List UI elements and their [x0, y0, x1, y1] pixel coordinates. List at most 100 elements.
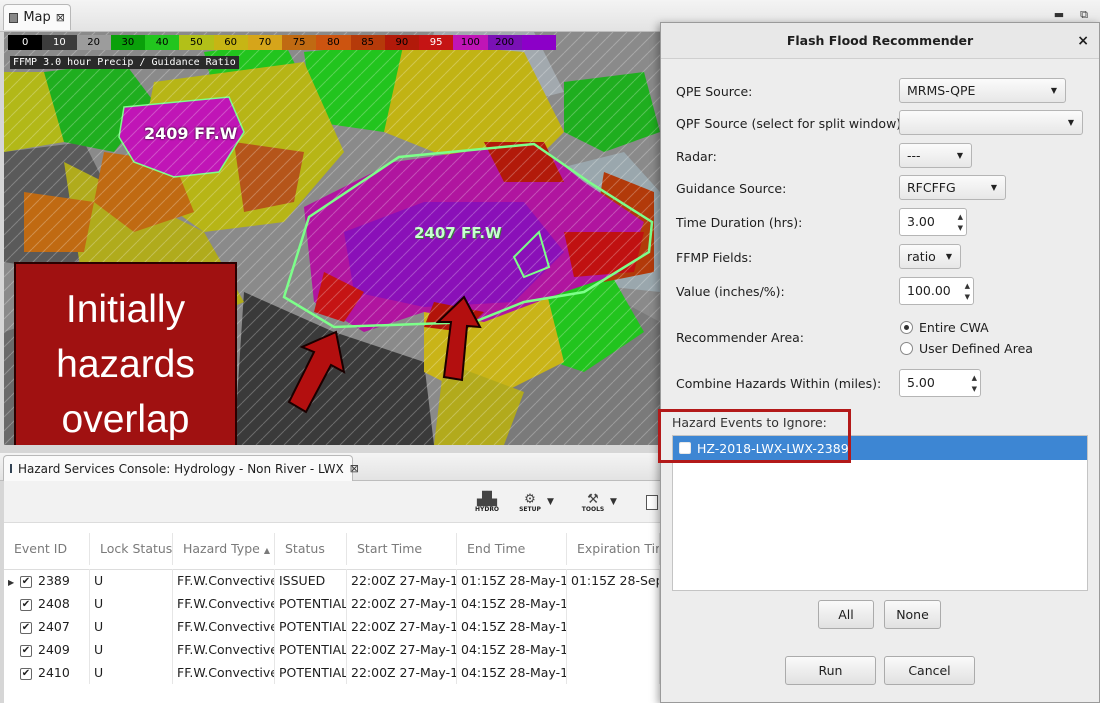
cell-end: 04:15Z 28-May-18	[457, 592, 567, 615]
qpf-source-label: QPF Source (select for split window):	[676, 116, 906, 131]
table-row[interactable]: ▶ ✔ 2389 U FF.W.Convective ISSUED 22:00Z 27-Ma…	[4, 569, 660, 592]
tools-icon: ⚒ TOOLS	[581, 492, 605, 513]
cell-start: 22:00Z 27-May-18	[347, 615, 457, 638]
col-status[interactable]: Status	[275, 533, 347, 565]
spin-up-icon[interactable]: ▲	[965, 282, 970, 290]
radio-user-defined-area-label: User Defined Area	[919, 341, 1033, 356]
colorbar-cell: 200	[487, 35, 522, 50]
ffmp-fields-value: ratio	[907, 249, 936, 264]
radio-user-defined-area[interactable]: User Defined Area	[900, 341, 1033, 356]
colorbar-cell: 85	[350, 35, 385, 50]
cell-end: 04:15Z 28-May-18	[457, 661, 567, 684]
cell-exp	[567, 638, 660, 661]
chevron-down-icon: ▼	[990, 183, 997, 192]
cancel-button[interactable]: Cancel	[884, 656, 975, 685]
console-tabbar: Hazard Services Console: Hydrology - Non…	[0, 453, 660, 481]
colorbar-cell: 60	[213, 35, 248, 50]
cell-event-id: ✔ 2409	[4, 638, 90, 661]
checkbox[interactable]: ✔	[20, 644, 32, 657]
radar-select[interactable]: --- ▼	[899, 143, 972, 168]
tools-button[interactable]: ⚒ TOOLS ▼	[582, 491, 617, 513]
spin-up-icon[interactable]: ▲	[972, 374, 977, 382]
qpe-source-select[interactable]: MRMS-QPE ▼	[899, 78, 1066, 103]
event-id-label: 2409	[38, 642, 70, 657]
value-spinner[interactable]: 100.00 ▲ ▼	[899, 277, 974, 305]
map-caption: FFMP 3.0 hour Precip / Guidance Ratio	[10, 56, 239, 69]
cell-exp	[567, 661, 660, 684]
document-icon[interactable]	[646, 495, 658, 510]
cell-status: POTENTIAL	[275, 592, 347, 615]
spin-up-icon[interactable]: ▲	[958, 213, 963, 221]
chevron-down-icon: ▼	[1067, 118, 1074, 127]
table-row[interactable]: ✔ 2409 U FF.W.Convective POTENTIAL 22:00Z 27-…	[4, 638, 660, 661]
radio-entire-cwa[interactable]: Entire CWA	[900, 320, 989, 335]
colorbar-cell: 70	[247, 35, 282, 50]
col-start-time[interactable]: Start Time	[347, 533, 457, 565]
map-canvas[interactable]: 0 10 20 30 40 50 60 70 75 80 85 90 95 100 200 FFMP 3.0…	[4, 32, 660, 445]
cell-start: 22:00Z 27-May-18	[347, 661, 457, 684]
cell-event-id: ✔ 2408	[4, 592, 90, 615]
radar-value: ---	[907, 148, 921, 163]
map-tab[interactable]: Map ⊠	[3, 4, 71, 30]
combine-hazards-label: Combine Hazards Within (miles):	[676, 376, 882, 391]
col-lock-status[interactable]: Lock Status	[90, 533, 173, 565]
colorbar-cell: 30	[110, 35, 145, 50]
restore-icon[interactable]: ⧉	[1080, 8, 1088, 22]
combine-hazards-spinner[interactable]: 5.00 ▲ ▼	[899, 369, 981, 397]
col-hazard-type[interactable]: Hazard Type ▲	[173, 533, 275, 565]
spin-down-icon[interactable]: ▼	[965, 293, 970, 301]
col-expiration-time[interactable]: Expiration Tim	[567, 533, 660, 565]
table-row[interactable]: ✔ 2408 U FF.W.Convective POTENTIAL 22:00Z 27-…	[4, 592, 660, 615]
console-tab[interactable]: Hazard Services Console: Hydrology - Non…	[3, 455, 359, 481]
minimize-icon[interactable]: ▬	[1054, 8, 1064, 22]
cell-type: FF.W.Convective	[173, 638, 275, 661]
checkbox[interactable]: ✔	[20, 667, 32, 680]
hydro-icon: ▟▙ HYDRO	[474, 492, 500, 513]
colorbar-cell: 90	[384, 35, 419, 50]
col-hazard-type-label: Hazard Type	[183, 541, 260, 556]
ffmp-fields-select[interactable]: ratio ▼	[899, 244, 961, 269]
colorbar-cell: 10	[42, 35, 77, 50]
chevron-down-icon[interactable]: ▼	[547, 497, 554, 507]
spin-down-icon[interactable]: ▼	[958, 224, 963, 232]
checkbox[interactable]: ✔	[20, 621, 32, 634]
chevron-down-icon[interactable]: ▼	[610, 497, 617, 507]
time-duration-spinner[interactable]: 3.00 ▲ ▼	[899, 208, 967, 236]
table-row[interactable]: ✔ 2410 U FF.W.Convective POTENTIAL 22:00Z 27-…	[4, 661, 660, 684]
cell-exp	[567, 592, 660, 615]
hydro-button[interactable]: ▟▙ HYDRO	[474, 491, 500, 513]
event-id-label: 2389	[38, 573, 70, 588]
run-button[interactable]: Run	[785, 656, 876, 685]
sort-asc-icon: ▲	[263, 546, 270, 555]
checkbox[interactable]: ✔	[20, 575, 32, 588]
cell-lock: U	[90, 569, 173, 592]
checkbox[interactable]: ✔	[20, 598, 32, 611]
table-body: ▶ ✔ 2389 U FF.W.Convective ISSUED 22:00Z 27-Ma…	[4, 569, 660, 684]
col-event-id[interactable]: Event ID	[4, 533, 90, 565]
cell-type: FF.W.Convective	[173, 592, 275, 615]
setup-icon: ⚙ SETUP	[519, 492, 541, 513]
cell-start: 22:00Z 27-May-18	[347, 592, 457, 615]
hazard-label-2409[interactable]: 2409 FF.W	[144, 124, 237, 143]
close-icon[interactable]: ⊠	[56, 11, 65, 24]
expand-arrow-icon[interactable]: ▶	[8, 571, 20, 592]
close-icon[interactable]: ⊠	[350, 462, 359, 475]
qpf-source-select[interactable]: ▼	[899, 110, 1083, 135]
spin-down-icon[interactable]: ▼	[972, 385, 977, 393]
col-end-time[interactable]: End Time	[457, 533, 567, 565]
colorbar-legend: 0 10 20 30 40 50 60 70 75 80 85 90 95 100 200	[8, 35, 556, 50]
hazard-label-2407[interactable]: 2407 FF.W	[414, 224, 502, 242]
all-button[interactable]: All	[818, 600, 874, 629]
guidance-source-select[interactable]: RFCFFG ▼	[899, 175, 1006, 200]
cell-status: POTENTIAL	[275, 661, 347, 684]
radio-unselected-icon	[900, 342, 913, 355]
cell-event-id: ✔ 2407	[4, 615, 90, 638]
table-row[interactable]: ✔ 2407 U FF.W.Convective POTENTIAL 22:00Z 27-…	[4, 615, 660, 638]
setup-button[interactable]: ⚙ SETUP ▼	[519, 491, 554, 513]
colorbar-cell: 0	[8, 35, 43, 50]
callout-line-2: hazards	[56, 343, 195, 386]
map-icon	[9, 12, 19, 23]
qpe-source-label: QPE Source:	[676, 84, 753, 99]
close-icon[interactable]: ×	[1077, 23, 1089, 59]
none-button[interactable]: None	[884, 600, 941, 629]
